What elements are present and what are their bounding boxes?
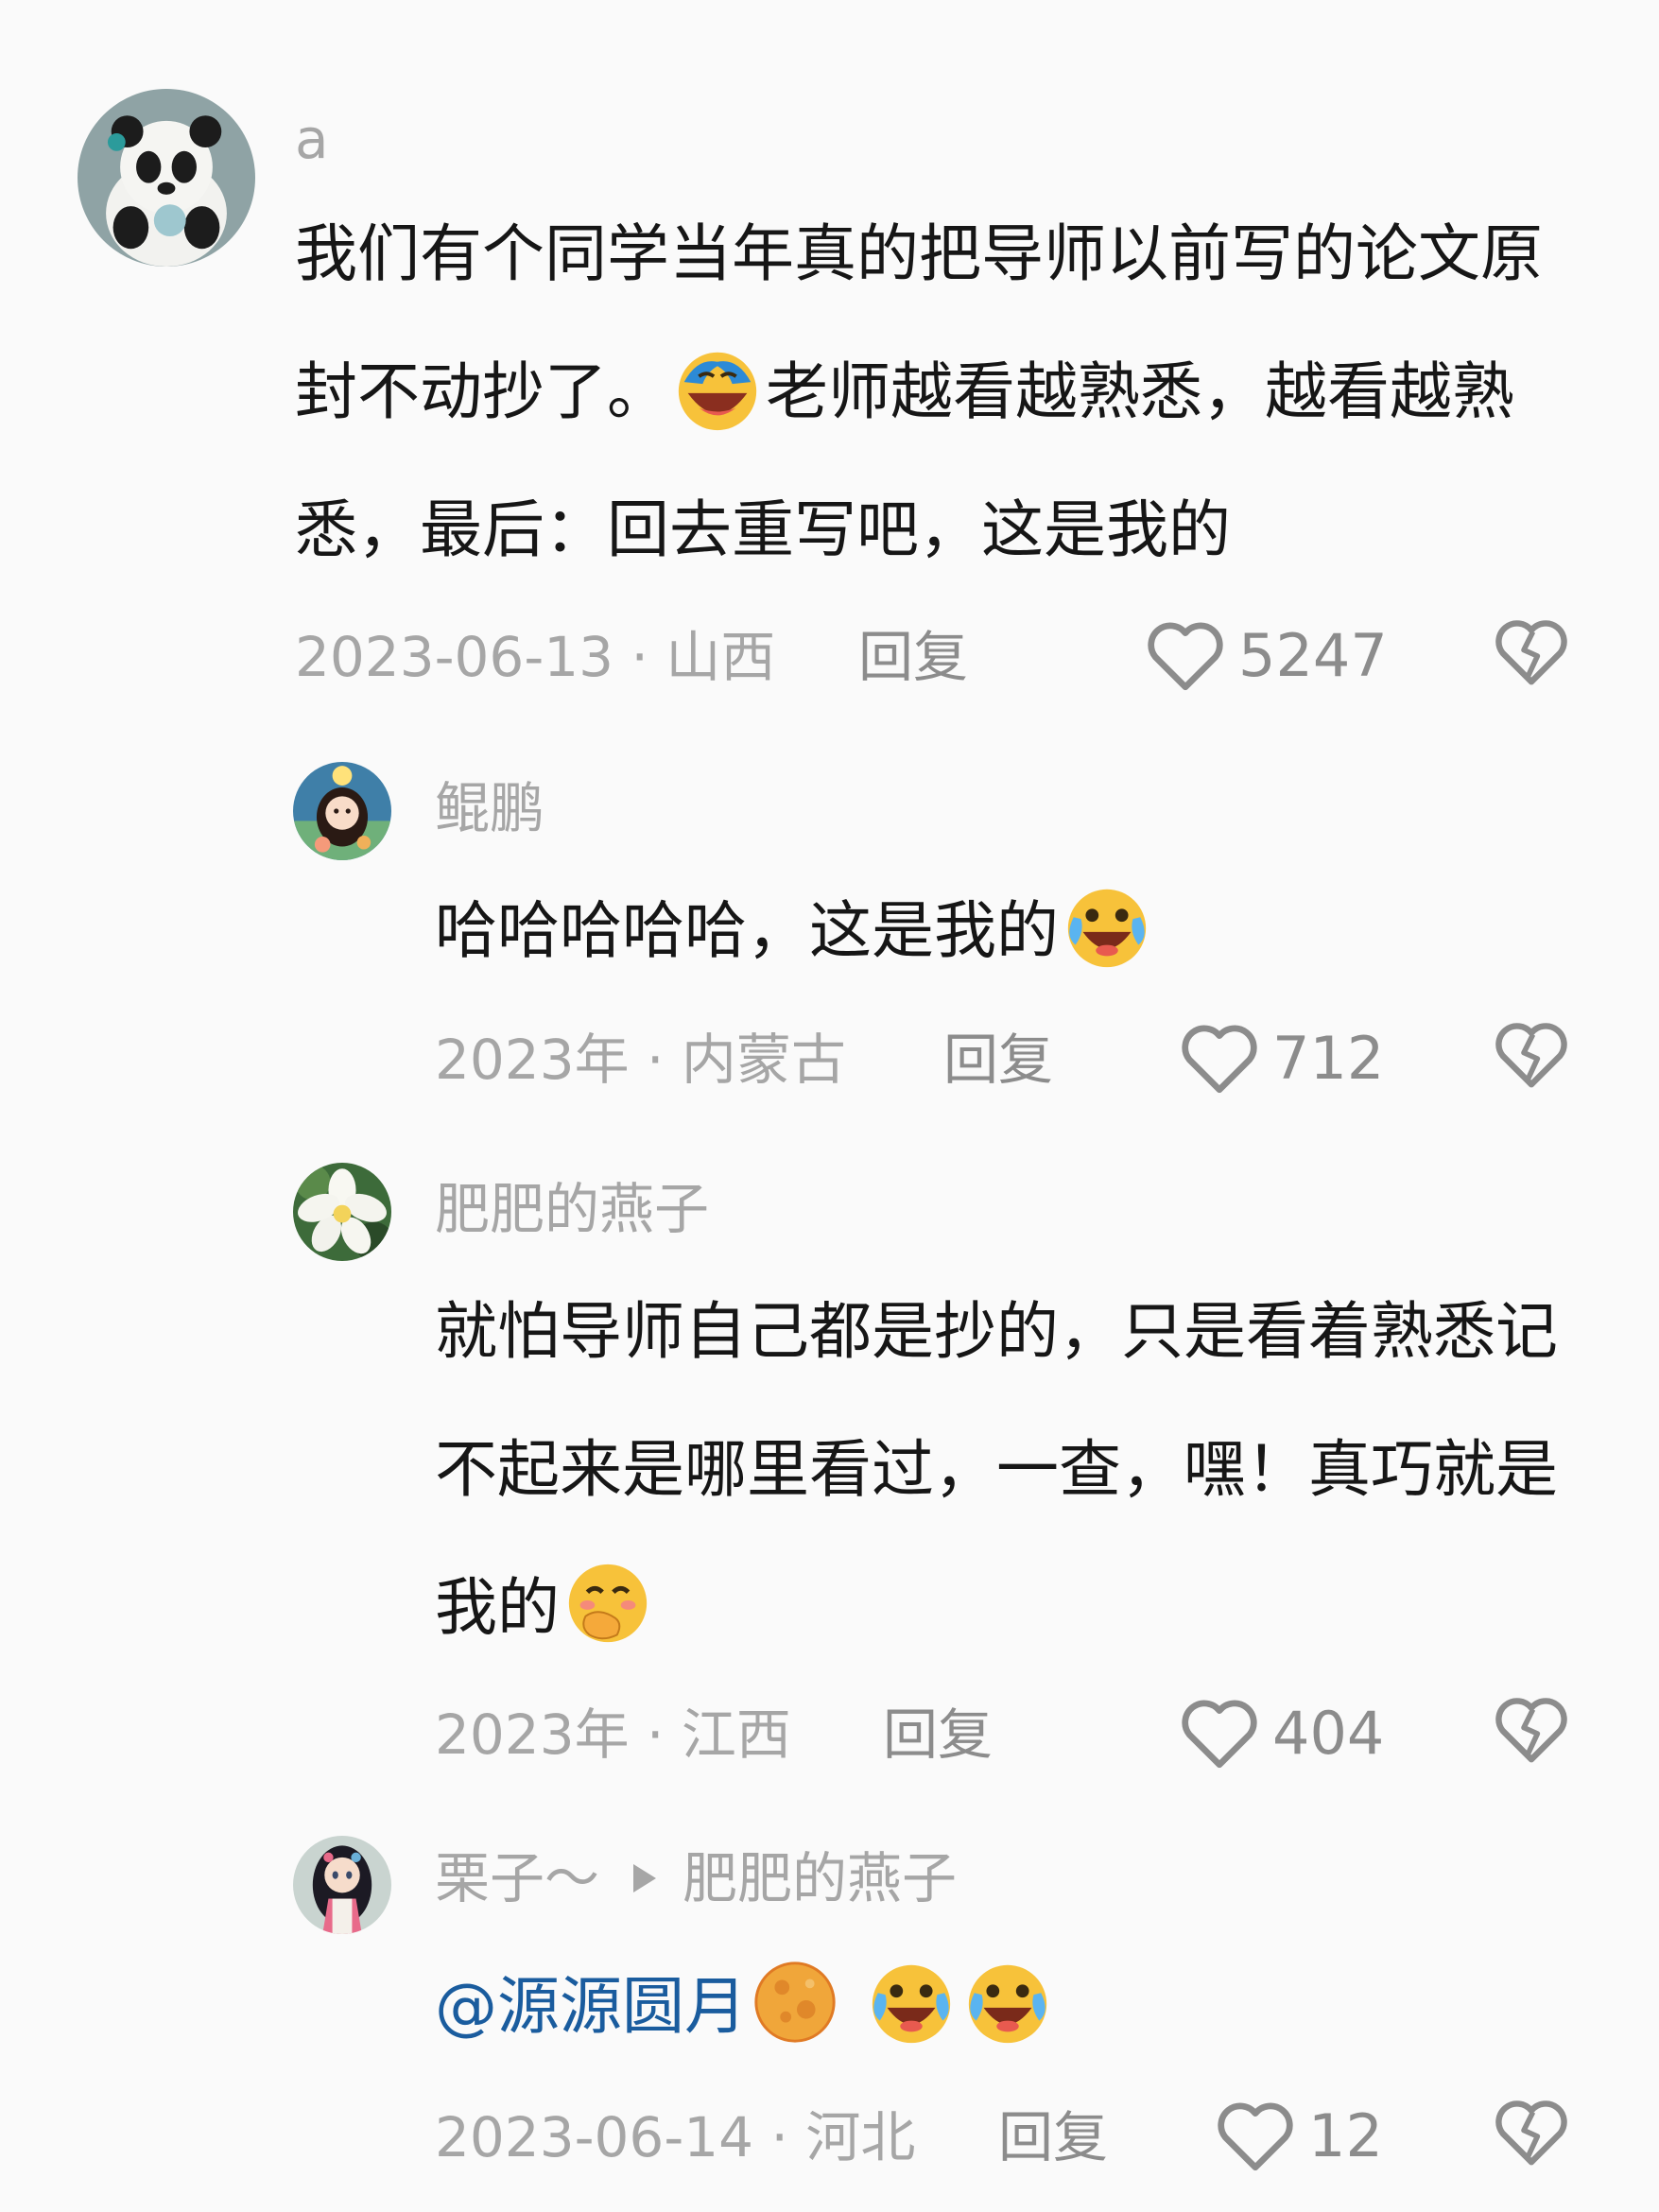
date-location: 2023-06-13 · 山西	[295, 625, 776, 689]
avatar[interactable]	[293, 1163, 391, 1261]
comment-3: 肥肥的燕子 就怕导师自己都是抄的，只是看着熟悉记不起来是哪里看过，一查，嘿！真巧…	[0, 1115, 1659, 1796]
reply-button[interactable]: 回复	[858, 624, 968, 690]
anime-girl-avatar-icon	[293, 1836, 391, 1934]
like-button[interactable]: 404	[1180, 1698, 1384, 1770]
comment-1: a 我们有个同学当年真的把导师以前写的论文原封不动抄了。 老师越看越熟悉，越看越熟…	[0, 0, 1659, 718]
dislike-button[interactable]	[1494, 1019, 1569, 1091]
username[interactable]: 栗子～	[435, 1846, 599, 1910]
like-button[interactable]: 712	[1180, 1023, 1384, 1095]
panda-avatar-icon	[78, 89, 255, 267]
comment-text: 就怕导师自己都是抄的，只是看着熟悉记不起来是哪里看过，一查，嘿！真巧就是我的	[435, 1263, 1569, 1677]
username[interactable]: 肥肥的燕子	[435, 1176, 709, 1242]
like-button[interactable]: 12	[1216, 2100, 1383, 2172]
broken-heart-icon	[1495, 620, 1567, 685]
mention-link[interactable]: @源源圆月	[435, 1970, 747, 2043]
heart-icon	[1148, 622, 1223, 691]
reply-button[interactable]: 回复	[883, 1702, 993, 1768]
dislike-button[interactable]	[1494, 616, 1569, 688]
flower-avatar-icon	[293, 1163, 391, 1261]
dislike-button[interactable]	[1494, 2097, 1569, 2169]
moon-emoji-icon	[749, 1956, 841, 2048]
reply-to-username[interactable]: 肥肥的燕子	[683, 1846, 957, 1910]
date-location: 2023年 · 内蒙古	[435, 1028, 846, 1092]
date-location: 2023-06-14 · 河北	[435, 2105, 916, 2169]
heart-icon	[1182, 1025, 1257, 1094]
laughing-cover-face-emoji-icon	[671, 341, 764, 434]
username[interactable]: 鲲鹏	[435, 775, 544, 841]
like-count: 5247	[1238, 621, 1388, 690]
like-count: 712	[1272, 1024, 1385, 1093]
reply-button[interactable]: 回复	[998, 2104, 1108, 2170]
like-count: 12	[1308, 2101, 1383, 2170]
date-location: 2023年 · 江西	[435, 1702, 791, 1767]
dislike-button[interactable]	[1494, 1694, 1569, 1766]
comment-text: 哈哈哈哈哈，这是我的	[435, 862, 1569, 1000]
broken-heart-icon	[1495, 2100, 1567, 2166]
like-button[interactable]: 5247	[1146, 620, 1388, 692]
giggle-hand-emoji-icon	[562, 1557, 654, 1650]
comment-2: 鲲鹏 哈哈哈哈哈，这是我的 2023年 · 内蒙古 回复 712	[0, 718, 1659, 1115]
avatar[interactable]	[293, 762, 391, 860]
broken-heart-icon	[1495, 1023, 1567, 1088]
tears-of-joy-emoji-icon	[961, 1956, 1054, 2048]
like-count: 404	[1272, 1699, 1385, 1768]
comment-4: 栗子～ 肥肥的燕子 @源源圆月 2023-06-14 · 河北 回复 12	[0, 1796, 1659, 2212]
comment-text: @源源圆月	[435, 1938, 1569, 2076]
girl-avatar-icon	[293, 762, 391, 860]
comment-text: 我们有个同学当年真的把导师以前写的论文原封不动抄了。 老师越看越熟悉，越看越熟悉，…	[295, 185, 1581, 599]
heart-icon	[1218, 2102, 1293, 2171]
reply-arrow-icon	[633, 1864, 657, 1892]
tears-of-joy-emoji-icon	[1061, 880, 1153, 973]
username-line: 栗子～ 肥肥的燕子	[435, 1845, 957, 1911]
username[interactable]: a	[295, 106, 329, 172]
avatar[interactable]	[78, 89, 255, 267]
tears-of-joy-emoji-icon	[865, 1956, 958, 2048]
comment-text-part-1: 哈哈哈哈哈，这是我的	[435, 894, 1059, 967]
avatar[interactable]	[293, 1836, 391, 1934]
reply-button[interactable]: 回复	[943, 1027, 1053, 1093]
heart-icon	[1182, 1700, 1257, 1769]
broken-heart-icon	[1495, 1698, 1567, 1763]
